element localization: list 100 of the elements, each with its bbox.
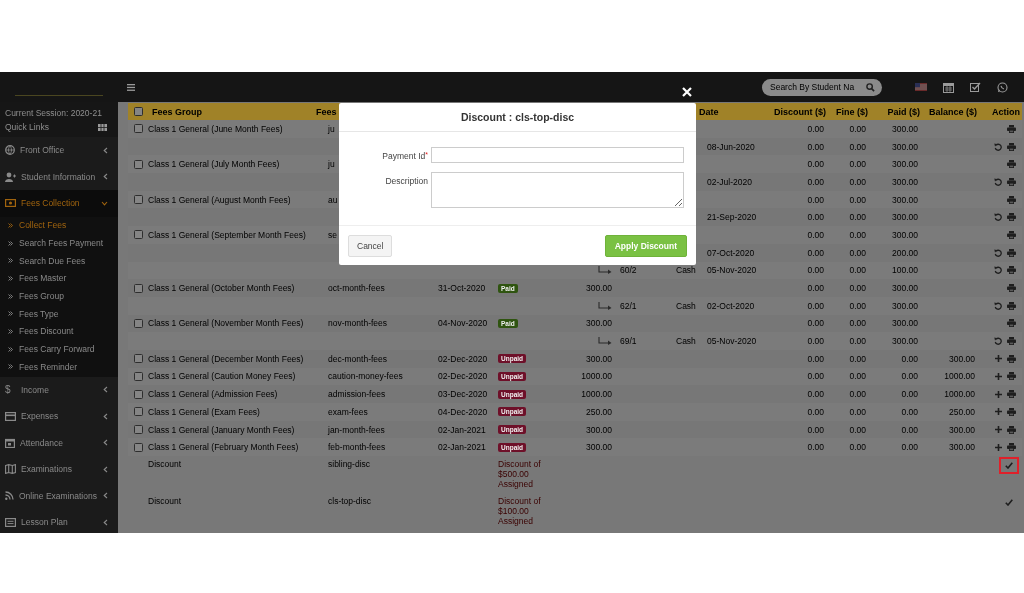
- submenu-item[interactable]: Fees Group: [0, 287, 118, 305]
- table-cell: se: [328, 229, 337, 240]
- session-label: Current Session: 2020-21: [5, 108, 103, 118]
- submenu-item[interactable]: Fees Carry Forward: [0, 340, 118, 358]
- print-icon[interactable]: [1007, 337, 1016, 346]
- row-checkbox[interactable]: [133, 407, 143, 417]
- menu-icon[interactable]: [127, 83, 135, 91]
- table-cell: 300.00: [892, 212, 918, 223]
- print-icon[interactable]: [1007, 372, 1016, 381]
- calendar-icon[interactable]: [943, 81, 954, 93]
- plus-icon[interactable]: [995, 372, 1002, 380]
- checkmark-icon[interactable]: [1005, 499, 1013, 507]
- print-icon[interactable]: [1007, 319, 1016, 328]
- print-icon[interactable]: [1007, 213, 1016, 222]
- table-cell: Cash: [676, 300, 696, 311]
- print-icon[interactable]: [1007, 248, 1016, 257]
- row-checkbox[interactable]: [133, 425, 143, 435]
- close-icon[interactable]: [682, 87, 692, 97]
- menu-item[interactable]: Fees Collection: [0, 190, 118, 217]
- description-field[interactable]: [431, 172, 684, 208]
- print-icon[interactable]: [1007, 230, 1016, 239]
- table-cell: Class 1 General (November Month Fees): [148, 318, 304, 329]
- cancel-button[interactable]: Cancel: [348, 234, 393, 257]
- print-icon[interactable]: [1007, 160, 1016, 169]
- print-icon[interactable]: [1007, 390, 1016, 399]
- plus-icon[interactable]: [995, 390, 1002, 398]
- row-checkbox[interactable]: [133, 371, 143, 381]
- table-cell: 05-Nov-2020: [707, 336, 757, 347]
- print-icon[interactable]: [1007, 425, 1016, 434]
- row-checkbox[interactable]: [133, 318, 143, 328]
- return-arrow-icon: [598, 266, 612, 275]
- row-checkbox[interactable]: [133, 159, 143, 169]
- table-cell: 0.00: [807, 389, 824, 400]
- grid-icon[interactable]: [98, 123, 107, 131]
- revert-icon[interactable]: [994, 301, 1002, 310]
- print-icon[interactable]: [1007, 407, 1016, 416]
- submenu-item[interactable]: Fees Type: [0, 304, 118, 323]
- table-cell: 300.00: [892, 194, 918, 205]
- table-cell: 04-Dec-2020: [438, 406, 488, 417]
- plus-icon[interactable]: [995, 408, 1002, 416]
- row-checkbox[interactable]: [133, 124, 143, 134]
- row-checkbox[interactable]: [133, 195, 143, 205]
- menu-item[interactable]: Front Office: [0, 137, 118, 164]
- table-cell: 08-Jun-2020: [707, 141, 755, 152]
- print-icon[interactable]: [1007, 284, 1016, 293]
- plus-icon[interactable]: [995, 443, 1002, 451]
- row-checkbox[interactable]: [133, 283, 143, 293]
- menu-item[interactable]: $ Income: [0, 376, 118, 404]
- table-cell: 04-Nov-2020: [438, 318, 488, 329]
- plus-icon[interactable]: [995, 355, 1002, 363]
- menu-item[interactable]: Expenses: [0, 403, 118, 430]
- print-icon[interactable]: [1007, 443, 1016, 452]
- row-checkbox[interactable]: [133, 354, 143, 364]
- submenu-item[interactable]: Search Fees Payment: [0, 234, 118, 252]
- row-checkbox[interactable]: [133, 230, 143, 240]
- plus-icon[interactable]: [995, 426, 1002, 434]
- submenu-item[interactable]: Fees Master: [0, 269, 118, 288]
- table-cell: Class 1 General (Caution Money Fees): [148, 371, 296, 382]
- column-header: Discount ($): [774, 106, 826, 117]
- revert-icon[interactable]: [994, 177, 1002, 186]
- table-cell: 0.00: [849, 159, 866, 170]
- checkbox-icon[interactable]: [970, 82, 981, 92]
- row-checkbox[interactable]: [133, 442, 143, 452]
- menu-item[interactable]: Lesson Plan: [0, 509, 118, 536]
- table-cell: 300.00: [892, 300, 918, 311]
- submenu-item[interactable]: Search Due Fees: [0, 251, 118, 270]
- print-icon[interactable]: [1007, 354, 1016, 363]
- payment-id-field[interactable]: [431, 147, 684, 163]
- submenu-item[interactable]: Fees Discount: [0, 322, 118, 341]
- row-checkbox[interactable]: [133, 389, 143, 399]
- chat-icon[interactable]: [997, 81, 1008, 93]
- print-icon[interactable]: [1007, 124, 1016, 133]
- table-cell: 0.00: [849, 123, 866, 134]
- print-icon[interactable]: [1007, 142, 1016, 151]
- table-cell: 0.00: [901, 389, 918, 400]
- table-cell: 03-Dec-2020: [438, 389, 488, 400]
- submenu-item[interactable]: Collect Fees: [0, 216, 118, 235]
- table-cell: 62/1: [620, 300, 637, 311]
- print-icon[interactable]: [1007, 177, 1016, 186]
- search-icon[interactable]: [866, 82, 875, 92]
- search-field[interactable]: Search By Student Na: [762, 78, 882, 96]
- table-cell: 69/1: [620, 336, 637, 347]
- select-all-checkbox[interactable]: [133, 107, 143, 116]
- table-cell: 0.00: [807, 353, 824, 364]
- revert-icon[interactable]: [994, 337, 1002, 346]
- checkmark-icon[interactable]: [1005, 462, 1013, 470]
- table-cell: 0.00: [807, 194, 824, 205]
- print-icon[interactable]: [1007, 266, 1016, 275]
- submenu-item[interactable]: Fees Reminder: [0, 358, 118, 376]
- print-icon[interactable]: [1007, 195, 1016, 204]
- menu-item[interactable]: Online Examinations: [0, 482, 118, 510]
- revert-icon[interactable]: [994, 213, 1002, 222]
- table-cell: sibling-disc: [328, 459, 371, 470]
- menu-item[interactable]: Attendance: [0, 429, 118, 457]
- table-cell: Discount: [148, 459, 182, 470]
- menu-item[interactable]: Examinations: [0, 456, 118, 483]
- revert-icon[interactable]: [994, 142, 1002, 151]
- menu-item[interactable]: Student Information: [0, 163, 118, 190]
- print-icon[interactable]: [1007, 301, 1016, 310]
- table-cell: 300.00: [949, 353, 975, 364]
